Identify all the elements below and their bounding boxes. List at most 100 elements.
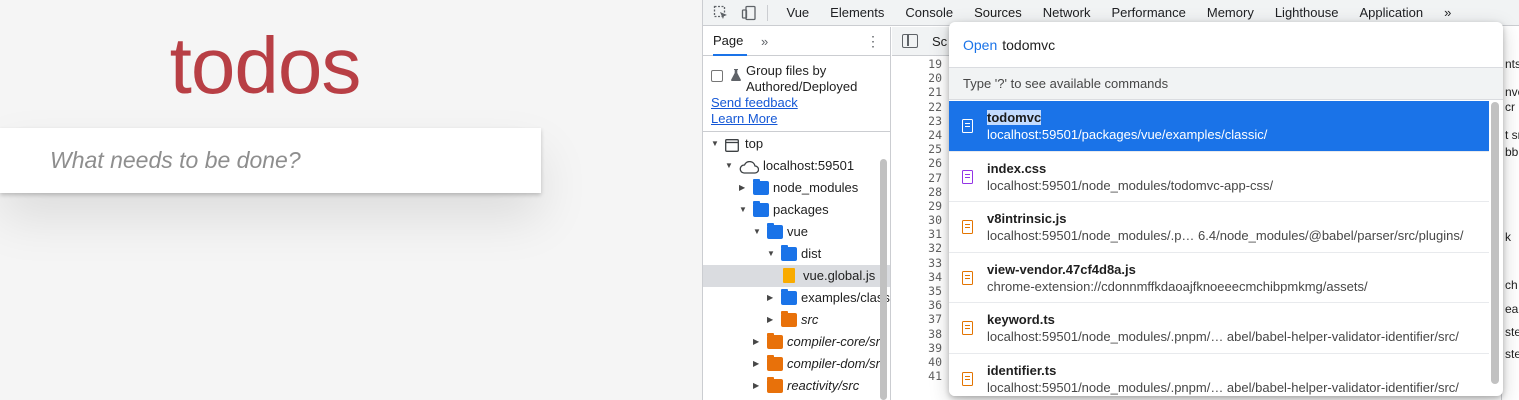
line-number[interactable]: 31	[892, 227, 954, 241]
expand-arrow-right-icon[interactable]: ▶	[753, 353, 763, 375]
line-number[interactable]: 34	[892, 270, 954, 284]
expand-arrow-down-icon[interactable]: ▼	[725, 155, 735, 177]
toggle-navigator-icon[interactable]	[902, 34, 918, 48]
folder-icon	[753, 201, 769, 217]
line-number[interactable]: 25	[892, 142, 954, 156]
tree-item-label: vue.global.js	[803, 268, 876, 283]
expand-arrow-right-icon[interactable]: ▶	[767, 287, 777, 309]
line-number[interactable]: 32	[892, 241, 954, 255]
tree-item-label: localhost:59501	[763, 158, 855, 173]
result-title: index.css	[987, 160, 1047, 176]
send-feedback-link[interactable]: Send feedback	[711, 95, 798, 110]
quick-open-result[interactable]: identifier.ts localhost:59501/node_module…	[949, 353, 1489, 396]
folder-orange-icon	[767, 333, 783, 349]
line-number[interactable]: 37	[892, 312, 954, 326]
expand-arrow-down-icon[interactable]: ▼	[753, 221, 763, 243]
quick-open-scrollbar[interactable]	[1491, 102, 1499, 384]
tree-item[interactable]: ▼ dist	[703, 243, 890, 265]
expand-arrow-right-icon[interactable]: ▶	[739, 177, 749, 199]
line-number[interactable]: 38	[892, 327, 954, 341]
tree-item-label: node_modules	[773, 180, 859, 195]
line-number[interactable]: 36	[892, 298, 954, 312]
navigator-more-chevron-icon[interactable]: »	[761, 34, 768, 49]
group-files-label: Group files by Authored/Deployed	[746, 63, 858, 94]
line-number[interactable]: 26	[892, 156, 954, 170]
result-title: keyword.ts	[987, 312, 1055, 327]
quick-open-query[interactable]: todomvc	[1002, 37, 1055, 53]
quick-open-palette: Open todomvc Type '?' to see available c…	[949, 22, 1503, 396]
line-number[interactable]: 28	[892, 185, 954, 199]
tree-item[interactable]: ▶ compiler-core/src	[703, 331, 890, 353]
line-number[interactable]: 19	[892, 57, 954, 71]
tab-elements[interactable]: Elements	[820, 0, 895, 26]
result-path: localhost:59501/node_modules/.pnpm/… abe…	[987, 379, 1459, 395]
line-number[interactable]: 40	[892, 355, 954, 369]
editor-tab[interactable]: Sc	[932, 34, 947, 49]
expand-arrow-right-icon[interactable]: ▶	[753, 375, 763, 397]
navigator-divider	[703, 131, 890, 132]
quick-open-result[interactable]: keyword.ts localhost:59501/node_modules/.…	[949, 303, 1489, 354]
folder-icon	[781, 245, 797, 261]
tree-item[interactable]: ▶ reactivity/src	[703, 375, 890, 397]
expand-arrow-right-icon[interactable]: ▶	[753, 331, 763, 353]
navigator-menu-icon[interactable]: ⋮	[866, 33, 880, 50]
file-icon	[783, 268, 795, 283]
quick-open-result[interactable]: index.css localhost:59501/node_modules/to…	[949, 151, 1489, 202]
line-number[interactable]: 20	[892, 71, 954, 85]
quick-open-hint: Type '?' to see available commands	[949, 67, 1503, 100]
tree-item[interactable]: ▶ src	[703, 309, 890, 331]
tab-page[interactable]: Page	[713, 27, 747, 56]
folder-icon	[753, 179, 769, 195]
tree-item-label: compiler-core/src	[787, 334, 887, 349]
line-number[interactable]: 23	[892, 114, 954, 128]
expand-arrow-right-icon[interactable]: ▶	[767, 309, 777, 331]
group-files-checkbox[interactable]	[711, 70, 723, 82]
tab-vue[interactable]: Vue	[776, 0, 820, 26]
line-number[interactable]: 24	[892, 128, 954, 142]
line-number[interactable]: 39	[892, 341, 954, 355]
new-todo-input[interactable]	[0, 128, 541, 193]
line-number[interactable]: 41	[892, 369, 954, 383]
folder-icon	[781, 289, 797, 305]
line-number[interactable]: 30	[892, 213, 954, 227]
line-number[interactable]: 33	[892, 256, 954, 270]
quick-open-prefix: Open	[963, 36, 998, 53]
navigator-scrollbar[interactable]	[880, 159, 887, 400]
line-number[interactable]: 21	[892, 85, 954, 99]
document-icon	[962, 119, 973, 133]
inspect-element-icon[interactable]	[711, 3, 731, 23]
debugger-sidebar: nts nvccr t sr bb k ch B eak ste ster	[1501, 27, 1519, 400]
quick-open-result[interactable]: view-vendor.47cf4d8a.js chrome-extension:…	[949, 252, 1489, 303]
tree-item[interactable]: ▼ top	[703, 133, 890, 155]
result-title: v8intrinsic.js	[987, 211, 1067, 226]
quick-open-input[interactable]: Open todomvc	[949, 22, 1503, 67]
tree-item[interactable]: ▶ node_modules	[703, 177, 890, 199]
quick-open-result[interactable]: todomvc localhost:59501/packages/vue/exam…	[949, 101, 1489, 152]
tree-item-label: top	[745, 136, 764, 151]
tree-item[interactable]: ▼ localhost:59501	[703, 155, 890, 177]
device-toolbar-icon[interactable]	[739, 3, 759, 23]
line-number[interactable]: 29	[892, 199, 954, 213]
todo-app: todos	[0, 0, 702, 400]
expand-arrow-down-icon[interactable]: ▼	[711, 133, 721, 155]
quick-open-result[interactable]: v8intrinsic.js localhost:59501/node_modul…	[949, 202, 1489, 253]
tree-item[interactable]: ▼ vue	[703, 221, 890, 243]
folder-orange-icon	[767, 377, 783, 393]
line-number[interactable]: 35	[892, 284, 954, 298]
sidebar-fragment: bb	[1505, 145, 1519, 159]
tree-item[interactable]: vue.global.js	[703, 265, 890, 287]
js-file-icon	[962, 321, 973, 335]
tree-item[interactable]: ▶ examples/classic	[703, 287, 890, 309]
sidebar-fragment: ch B	[1505, 278, 1519, 292]
expand-arrow-down-icon[interactable]: ▼	[739, 199, 749, 221]
sidebar-fragment: eak	[1505, 302, 1519, 316]
learn-more-link[interactable]: Learn More	[711, 111, 777, 126]
line-number[interactable]: 22	[892, 100, 954, 114]
line-number-gutter: 19 20 21 22 23 24 25 26 27 28 29 30 31 32 33 34 35 36 37 38…	[892, 57, 954, 400]
result-title: identifier.ts	[987, 362, 1057, 378]
expand-arrow-down-icon[interactable]: ▼	[767, 243, 777, 265]
tree-item[interactable]: ▼ packages	[703, 199, 890, 221]
tree-item[interactable]: ▶ compiler-dom/src	[703, 353, 890, 375]
tree-item-label: packages	[773, 202, 829, 217]
line-number[interactable]: 27	[892, 171, 954, 185]
